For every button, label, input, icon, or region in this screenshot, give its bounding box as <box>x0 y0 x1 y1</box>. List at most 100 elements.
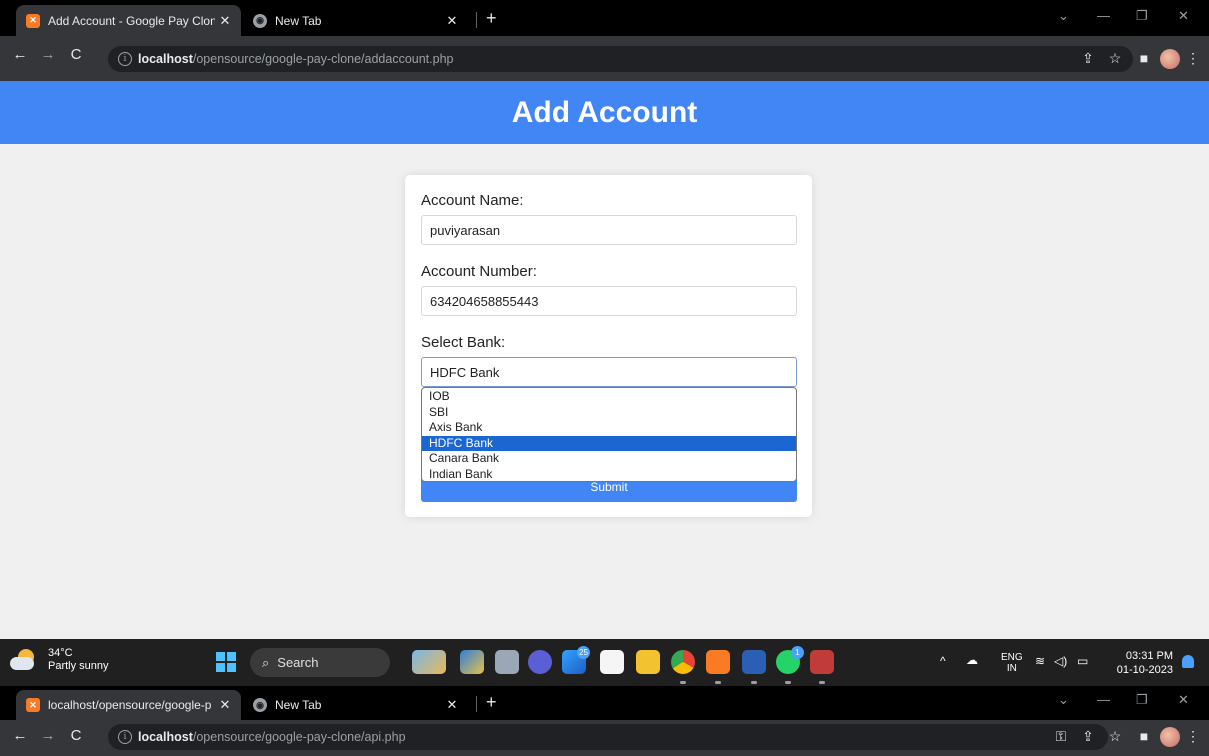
whatsapp-badge: 1 <box>791 646 804 659</box>
info-icon[interactable]: i <box>118 52 132 66</box>
forward-icon[interactable]: → <box>38 46 58 63</box>
tab-api[interactable]: ✕ localhost/opensource/google-p ✕ <box>16 690 241 720</box>
forward-icon[interactable]: → <box>38 727 58 744</box>
volume-icon[interactable]: ◁) <box>1054 654 1067 668</box>
chrome-icon: ◉ <box>253 13 267 28</box>
word-icon[interactable] <box>742 650 766 674</box>
chrome-taskbar-icon[interactable] <box>671 650 695 674</box>
page-title: Add Account <box>511 95 698 129</box>
tab-separator <box>476 696 477 712</box>
tab-close-icon[interactable]: ✕ <box>442 697 462 713</box>
reload-icon[interactable]: C <box>66 727 86 744</box>
search-label: Search <box>277 655 319 670</box>
running-indicator <box>751 681 757 684</box>
system-clock[interactable]: 03:31 PM 01-10-2023 <box>1111 649 1173 677</box>
bank-option[interactable]: Canara Bank <box>422 451 796 467</box>
taskbar-search[interactable]: ⌕ Search <box>250 648 390 677</box>
widgets-icon[interactable] <box>412 650 446 674</box>
address-bar[interactable]: i localhost/opensource/google-pay-clone/… <box>108 724 1108 750</box>
url-path: /opensource/google-pay-clone/api.php <box>192 730 406 744</box>
reload-icon[interactable]: C <box>66 46 86 63</box>
tab-strip-2: ✕ localhost/opensource/google-p ✕ ◉ New … <box>0 686 1209 720</box>
tab-title: New Tab <box>275 13 322 28</box>
share-icon[interactable]: ⇪ <box>1079 50 1097 67</box>
tab-close-icon[interactable]: ✕ <box>442 13 462 29</box>
bookmark-star-icon[interactable]: ☆ <box>1106 728 1124 745</box>
tab-new-tab[interactable]: ◉ New Tab ✕ <box>243 5 468 36</box>
share-icon[interactable]: ⇪ <box>1079 728 1097 745</box>
bank-option[interactable]: Indian Bank <box>422 467 796 482</box>
back-icon[interactable]: ← <box>10 46 30 63</box>
tab-title: Add Account - Google Pay Clon <box>48 13 215 28</box>
tray-overflow-icon[interactable]: ^ <box>940 654 946 668</box>
key-icon[interactable]: ⚿ <box>1052 728 1070 745</box>
tab-new-tab-2[interactable]: ◉ New Tab ✕ <box>243 690 468 720</box>
weather-temp: 34°C <box>48 647 73 659</box>
tab-close-icon[interactable]: ✕ <box>215 697 235 713</box>
bank-option[interactable]: Axis Bank <box>422 420 796 436</box>
profile-avatar[interactable] <box>1160 49 1180 69</box>
wifi-icon[interactable]: ≋ <box>1035 654 1045 668</box>
menu-icon[interactable]: ⋮ <box>1184 50 1202 67</box>
minimize-icon[interactable]: — <box>1097 8 1110 23</box>
battery-icon[interactable]: ▭ <box>1077 654 1088 668</box>
restore-icon[interactable]: ❐ <box>1136 8 1148 24</box>
start-button[interactable] <box>216 652 236 672</box>
address-bar[interactable]: i localhost/opensource/google-pay-clone/… <box>108 46 1133 72</box>
task-view-icon[interactable] <box>495 650 519 674</box>
tab-search-icon[interactable]: ⌄ <box>1058 8 1069 24</box>
store-icon[interactable] <box>600 650 624 674</box>
window-close-icon[interactable]: ✕ <box>1178 8 1189 24</box>
restore-icon[interactable]: ❐ <box>1136 692 1148 708</box>
account-number-input[interactable]: 634204658855443 <box>421 286 797 316</box>
back-icon[interactable]: ← <box>10 727 30 744</box>
new-tab-button[interactable]: + <box>486 8 497 29</box>
bank-dropdown-list: IOB SBI Axis Bank HDFC Bank Canara Bank … <box>421 387 797 482</box>
file-explorer-icon[interactable] <box>636 650 660 674</box>
sidepanel-icon[interactable]: ■ <box>1135 50 1153 66</box>
sidepanel-icon[interactable]: ■ <box>1135 728 1153 744</box>
profile-avatar[interactable] <box>1160 727 1180 747</box>
tab-search-icon[interactable]: ⌄ <box>1058 692 1069 708</box>
windows-taskbar: 34°C Partly sunny ⌕ Search 25 1 ^ ☁ ENG … <box>0 639 1209 686</box>
bank-option[interactable]: IOB <box>422 389 796 405</box>
bookmark-star-icon[interactable]: ☆ <box>1106 50 1124 67</box>
mail-badge: 25 <box>577 646 590 659</box>
notification-bell-icon[interactable] <box>1182 655 1194 668</box>
input-language[interactable]: ENG IN <box>1001 652 1023 674</box>
toolbar-2: ← → C i localhost/opensource/google-pay-… <box>0 720 1209 756</box>
partly-sunny-icon <box>10 649 40 671</box>
tab-add-account[interactable]: ✕ Add Account - Google Pay Clon ✕ <box>16 5 241 36</box>
running-indicator <box>715 681 721 684</box>
whatsapp-icon[interactable]: 1 <box>776 646 804 674</box>
account-name-input[interactable]: puviyarasan <box>421 215 797 245</box>
new-tab-button[interactable]: + <box>486 692 497 713</box>
teams-icon[interactable] <box>528 650 552 674</box>
weather-widget[interactable]: 34°C Partly sunny <box>10 647 109 673</box>
running-indicator <box>680 681 686 684</box>
url-path: /opensource/google-pay-clone/addaccount.… <box>192 52 454 66</box>
bank-option-selected[interactable]: HDFC Bank <box>422 435 796 451</box>
window-close-icon[interactable]: ✕ <box>1178 692 1189 708</box>
toolbar: ← → C i localhost/opensource/google-pay-… <box>0 36 1209 81</box>
xampp-icon: ✕ <box>26 698 40 712</box>
select-bank-label: Select Bank: <box>421 334 506 351</box>
info-icon[interactable]: i <box>118 730 132 744</box>
running-indicator <box>785 681 791 684</box>
account-number-label: Account Number: <box>421 263 537 280</box>
xampp-icon: ✕ <box>26 13 40 28</box>
lang-code: ENG <box>1001 652 1023 663</box>
mail-icon[interactable]: 25 <box>562 646 590 674</box>
weather-desc: Partly sunny <box>48 660 109 672</box>
bank-option[interactable]: SBI <box>422 405 796 421</box>
paint-icon[interactable] <box>810 650 834 674</box>
tab-strip: ✕ Add Account - Google Pay Clon ✕ ◉ New … <box>0 0 1209 36</box>
app-icon[interactable] <box>460 650 484 674</box>
tab-close-icon[interactable]: ✕ <box>215 13 235 29</box>
minimize-icon[interactable]: — <box>1097 692 1110 707</box>
onedrive-icon[interactable]: ☁ <box>966 653 978 667</box>
menu-icon[interactable]: ⋮ <box>1184 728 1202 745</box>
bank-select[interactable]: HDFC Bank <box>421 357 797 387</box>
tab-title: localhost/opensource/google-p <box>48 698 212 712</box>
xampp-taskbar-icon[interactable] <box>706 650 730 674</box>
